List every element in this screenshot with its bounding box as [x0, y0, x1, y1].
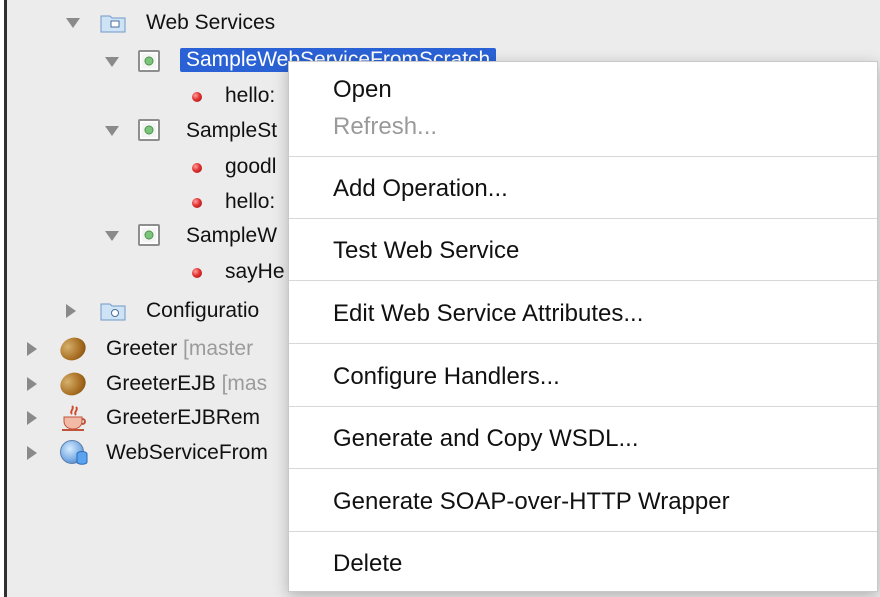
menu-separator — [289, 468, 877, 469]
web-service-icon — [138, 50, 160, 72]
expand-down-icon[interactable] — [105, 57, 119, 67]
menu-item-open[interactable]: Open — [333, 76, 392, 104]
menu-separator — [289, 406, 877, 407]
tree-node-webservicefrom[interactable]: WebServiceFrom — [10, 438, 310, 468]
menu-item-generate-copy-wsdl[interactable]: Generate and Copy WSDL... — [333, 425, 638, 453]
tree-node-service-3[interactable]: SampleW — [10, 221, 310, 251]
expand-right-icon[interactable] — [27, 411, 37, 425]
tree-label-operation-2: goodl — [225, 155, 277, 178]
expand-down-icon[interactable] — [105, 231, 119, 241]
tree-node-operation-2[interactable]: goodl — [10, 152, 310, 182]
menu-item-delete[interactable]: Delete — [333, 550, 402, 578]
operation-icon — [192, 268, 202, 278]
tree-label-greeterejbremote: GreeterEJBRem — [106, 406, 261, 429]
expand-right-icon[interactable] — [66, 304, 76, 318]
tree-label-web-services: Web Services — [146, 11, 276, 34]
menu-item-generate-soap-wrapper[interactable]: Generate SOAP-over-HTTP Wrapper — [333, 488, 730, 516]
menu-separator — [289, 343, 877, 344]
web-service-icon — [138, 119, 160, 141]
operation-icon — [192, 92, 202, 102]
expand-down-icon[interactable] — [105, 126, 119, 136]
tree-label-operation-3: hello: — [225, 190, 276, 213]
greeterejb-branch: [mas — [221, 372, 268, 395]
bean-project-icon — [56, 368, 90, 400]
menu-item-test-web-service[interactable]: Test Web Service — [333, 237, 519, 265]
expand-right-icon[interactable] — [27, 377, 37, 391]
menu-separator — [289, 156, 877, 157]
tree-node-greeter[interactable]: Greeter [master — [10, 333, 310, 365]
operation-icon — [192, 198, 202, 208]
menu-item-configure-handlers[interactable]: Configure Handlers... — [333, 363, 560, 391]
tree-label-operation-4: sayHe — [225, 260, 285, 283]
bean-project-icon — [56, 333, 90, 365]
greeter-branch: [master — [183, 337, 254, 360]
expand-down-icon[interactable] — [66, 18, 80, 28]
expand-right-icon[interactable] — [27, 342, 37, 356]
configuration-folder-icon — [100, 303, 126, 321]
context-menu: Open Refresh... Add Operation... Test We… — [288, 61, 878, 592]
tree-node-operation-3[interactable]: hello: — [10, 187, 310, 217]
tree-label-service-2: SampleSt — [186, 119, 278, 142]
web-service-icon — [138, 224, 160, 246]
java-cup-icon — [62, 405, 86, 431]
tree-label-greeterejb: GreeterEJB [mas — [106, 372, 268, 395]
menu-item-edit-attributes[interactable]: Edit Web Service Attributes... — [333, 300, 643, 328]
database-badge-icon — [76, 451, 88, 465]
tree-label-configuration: Configuratio — [146, 299, 260, 322]
tree-node-greeterejbremote[interactable]: GreeterEJBRem — [10, 403, 310, 433]
menu-item-refresh[interactable]: Refresh... — [333, 113, 437, 141]
tree-node-configuration[interactable]: Configuratio — [10, 296, 310, 326]
tree-node-operation-1[interactable]: hello: — [10, 81, 310, 111]
menu-item-add-operation[interactable]: Add Operation... — [333, 175, 508, 203]
menu-separator — [289, 218, 877, 219]
tree-node-web-services[interactable]: Web Services — [10, 8, 410, 38]
tree-node-greeterejb[interactable]: GreeterEJB [mas — [10, 368, 310, 400]
tree-label-greeter: Greeter [master — [106, 337, 254, 360]
menu-separator — [289, 531, 877, 532]
tree-node-service-2[interactable]: SampleSt — [10, 116, 310, 146]
expand-right-icon[interactable] — [27, 446, 37, 460]
panel-left-border — [0, 0, 7, 597]
tree-label-service-3: SampleW — [186, 224, 278, 247]
menu-separator — [289, 280, 877, 281]
tree-node-operation-4[interactable]: sayHe — [10, 257, 310, 287]
tree-label-operation-1: hello: — [225, 84, 276, 107]
operation-icon — [192, 163, 202, 173]
folder-icon — [100, 15, 126, 33]
tree-label-webservicefrom: WebServiceFrom — [106, 441, 268, 464]
